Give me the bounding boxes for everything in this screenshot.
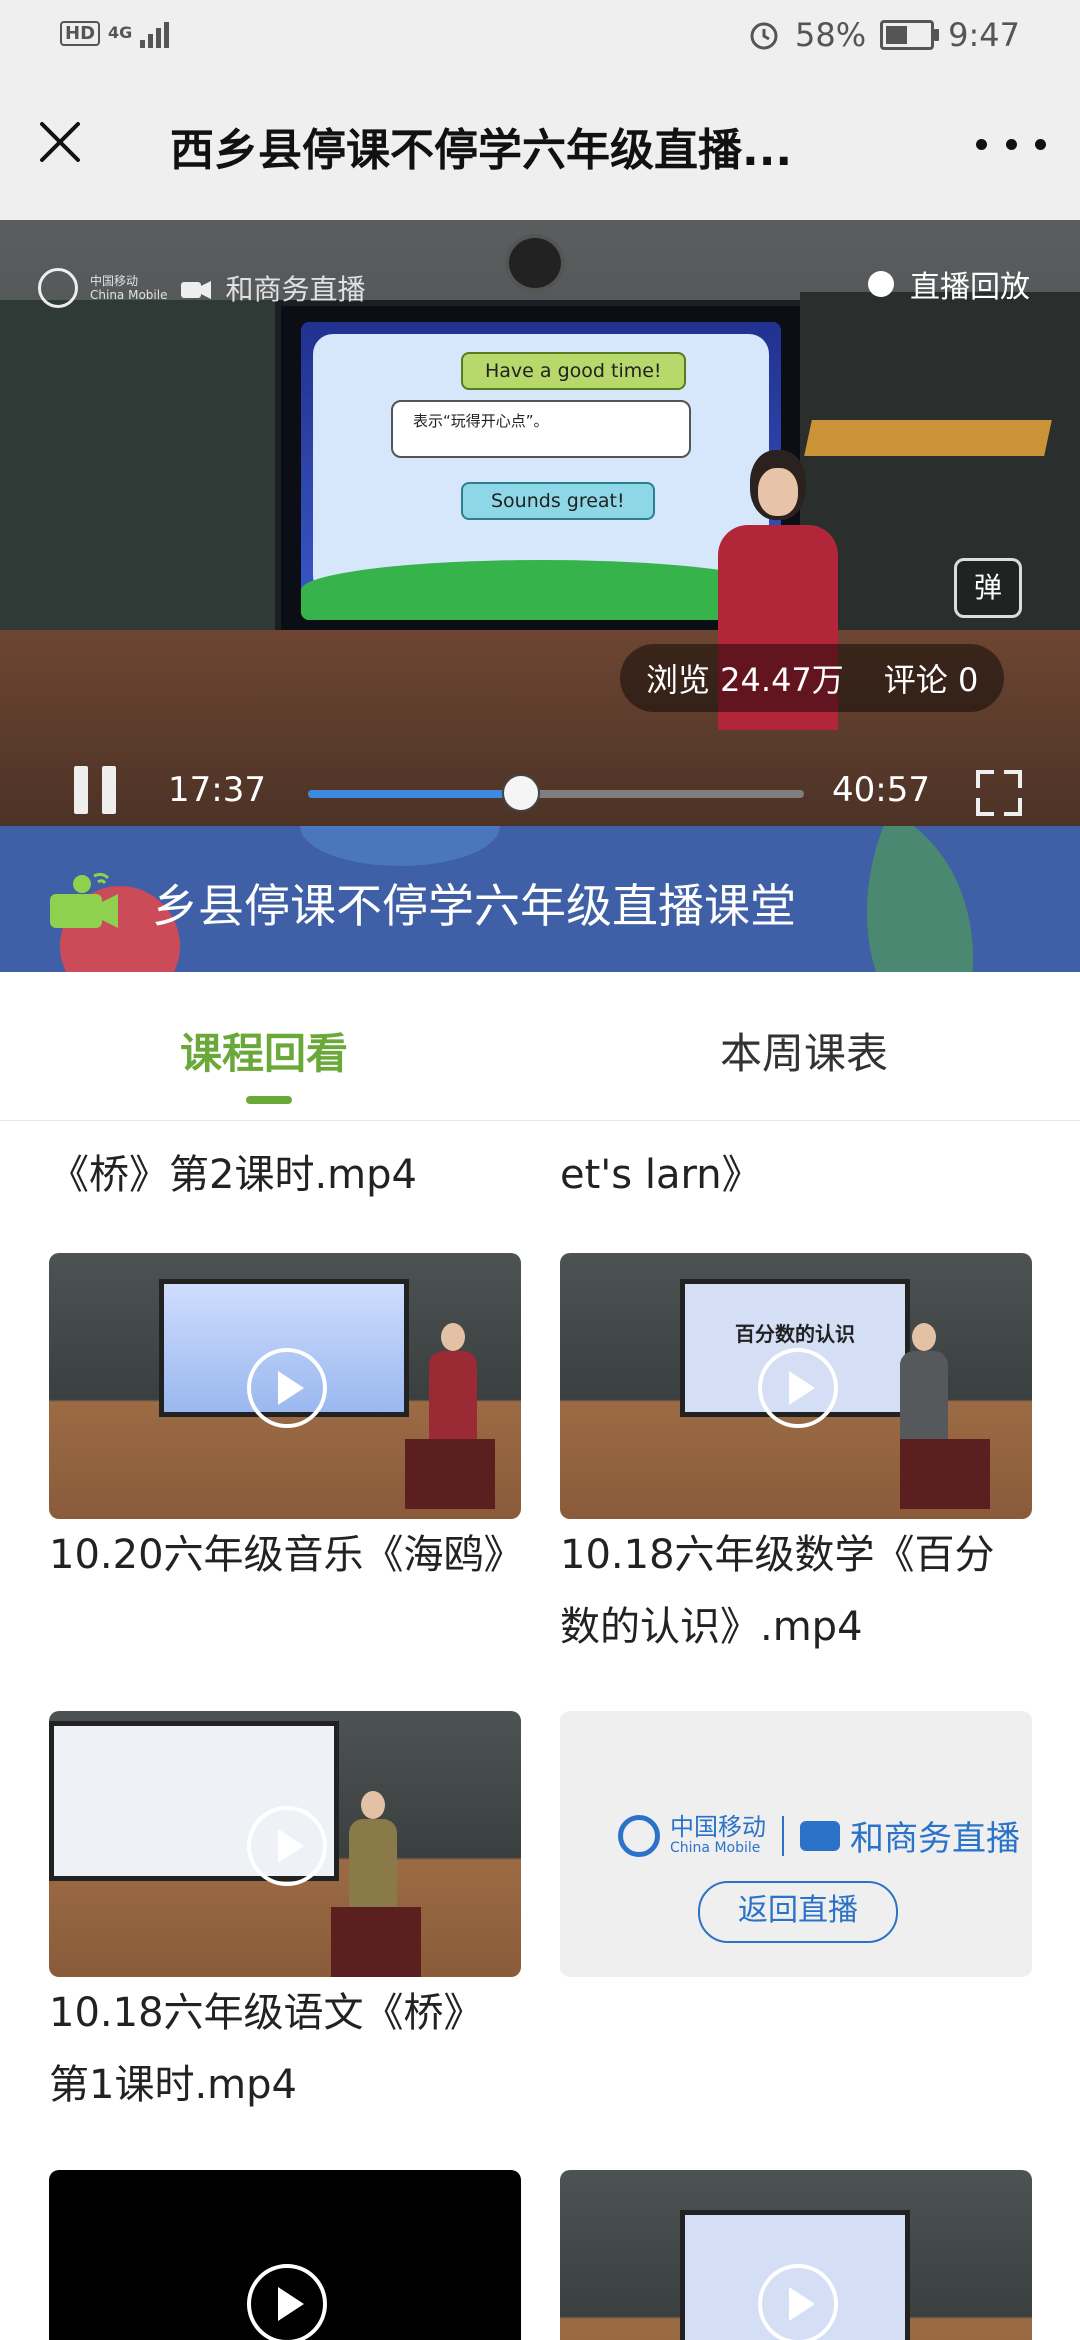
brand-service-name: 和商务直播 [225, 273, 366, 306]
banner-title: 乡县停课不停学六年级直播课堂 [152, 879, 796, 933]
replay-label: 直播回放 [910, 270, 1030, 305]
blackboard-left [0, 300, 290, 640]
current-time: 17:37 [168, 770, 266, 810]
pause-button[interactable] [74, 766, 120, 814]
video-player[interactable]: Have a good time! 表示“玩得开心点”。 Sounds grea… [0, 220, 1080, 826]
player-controls: 17:37 40:57 [0, 740, 1080, 826]
brand-cm-cn: 中国移动 [90, 274, 139, 288]
video-card-partial-right[interactable]: et's larn》 [560, 1121, 1032, 1211]
progress-handle[interactable] [502, 774, 541, 812]
play-icon [247, 1806, 327, 1886]
battery-icon [880, 20, 940, 50]
progress-bar[interactable] [308, 774, 804, 812]
status-dot [868, 271, 894, 297]
status-bar: HD 4G 58% 9:47 [0, 0, 1080, 72]
service-name: 和商务直播 [850, 1819, 1020, 1859]
video-thumbnail[interactable] [49, 2170, 521, 2340]
video-title: et's larn》 [560, 1152, 762, 1198]
cm-en-label: China Mobile [670, 1839, 761, 1856]
course-banner: 乡县停课不停学六年级直播课堂 [0, 826, 1080, 972]
return-live-panel: 中国移动 China Mobile 和商务直播 返回直播 [560, 1711, 1032, 1977]
view-count: 浏览 24.47万 [646, 661, 844, 699]
video-thumbnail[interactable] [49, 1253, 521, 1519]
video-thumbnail[interactable] [560, 2170, 1032, 2340]
live-replay-indicator: 直播回放 [868, 262, 1030, 306]
video-card[interactable] [49, 2170, 521, 2340]
video-list[interactable]: 《桥》第2课时.mp4 et's larn》 10.20六年级音乐《海鸥》 百分… [0, 1121, 1080, 2340]
page-title: 西乡县停课不停学六年级直播... [170, 125, 793, 176]
ceiling-camera [505, 234, 565, 292]
live-camera-logo-icon [50, 872, 118, 928]
screen-text: 百分数的认识 [735, 1322, 855, 1346]
brand-cm-en: China Mobile [90, 288, 168, 302]
total-time: 40:57 [832, 770, 930, 810]
video-camera-icon [181, 281, 212, 299]
signal-icon [140, 18, 170, 48]
video-title: 《桥》第2课时.mp4 [49, 1152, 417, 1198]
play-icon [758, 2264, 838, 2340]
video-card[interactable] [560, 2170, 1032, 2340]
cm-cn-label: 中国移动 [670, 1812, 766, 1841]
play-icon [758, 1348, 838, 1428]
return-live-button[interactable]: 返回直播 [698, 1881, 898, 1943]
play-icon [247, 2264, 327, 2340]
fullscreen-icon[interactable] [976, 770, 1022, 816]
more-options-icon[interactable] [976, 124, 1046, 164]
china-mobile-icon [618, 1814, 660, 1857]
video-thumbnail[interactable]: 百分数的认识 [560, 1253, 1032, 1519]
title-bar: 西乡县停课不停学六年级直播... [0, 72, 1080, 220]
video-title: 10.20六年级音乐《海鸥》 [49, 1532, 524, 1578]
network-type: 4G [108, 23, 133, 42]
video-title: 10.18六年级语文《桥》第1课时.mp4 [49, 1990, 484, 2108]
tab-course-replay[interactable]: 课程回看 [180, 1020, 348, 1081]
video-stats: 浏览 24.47万 评论 0 [620, 644, 1005, 712]
comment-count: 评论 0 [883, 661, 979, 699]
hd-indicator: HD [60, 20, 101, 46]
video-card[interactable]: 10.20六年级音乐《海鸥》 [49, 1253, 524, 1591]
tab-weekly-schedule[interactable]: 本周课表 [720, 1020, 888, 1081]
clock-time: 9:47 [948, 16, 1020, 54]
return-live-card: 中国移动 China Mobile 和商务直播 返回直播 [560, 1711, 1032, 1977]
slide-text-1: Have a good time! [461, 352, 686, 390]
video-card[interactable]: 10.18六年级语文《桥》第1课时.mp4 [49, 1711, 521, 2121]
video-title: 10.18六年级数学《百分数的认识》.mp4 [560, 1532, 995, 1650]
active-tab-indicator [246, 1096, 292, 1104]
close-icon[interactable] [30, 112, 90, 172]
progress-played [308, 790, 522, 798]
video-thumbnail[interactable] [49, 1711, 521, 1977]
tab-bar: 课程回看 本周课表 [0, 972, 1080, 1121]
video-camera-icon [800, 1820, 840, 1851]
video-card[interactable]: 百分数的认识 10.18六年级数学《百分数的认识》.mp4 [560, 1253, 1032, 1663]
video-card-partial-left[interactable]: 《桥》第2课时.mp4 [49, 1121, 521, 1211]
slide-text-3: Sounds great! [461, 482, 655, 520]
china-mobile-icon [38, 268, 78, 308]
play-icon [247, 1348, 327, 1428]
slide-text-2: 表示“玩得开心点”。 [391, 400, 691, 458]
alarm-icon [750, 22, 778, 50]
danmu-toggle-button[interactable]: 弹 [954, 558, 1022, 618]
player-brand-logo: 中国移动 China Mobile 和商务直播 [38, 268, 365, 308]
battery-percent: 58% [795, 16, 867, 54]
china-mobile-logo: 中国移动 China Mobile 和商务直播 [618, 1811, 1020, 1860]
